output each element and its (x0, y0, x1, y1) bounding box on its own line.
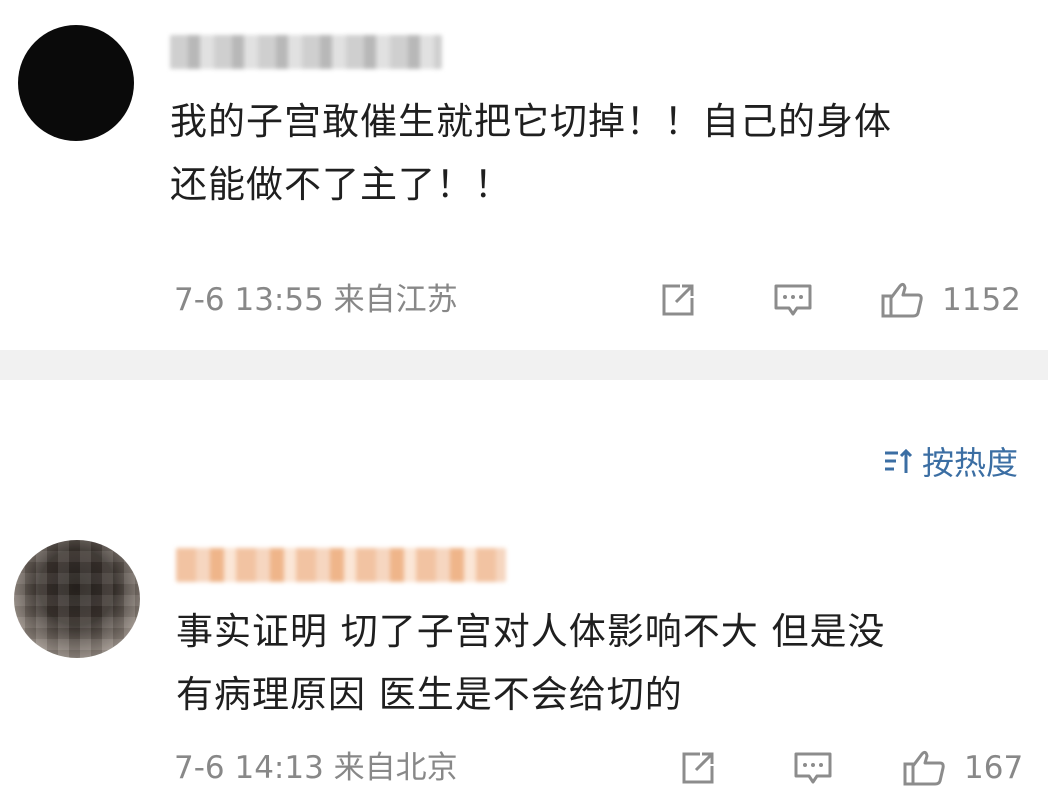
section-divider (0, 350, 1048, 380)
comment-text: 我的子宫敢催生就把它切掉！！自己的身体 还能做不了主了！！ (170, 90, 892, 216)
like-button[interactable]: 167 (902, 748, 1023, 788)
comment-text-line: 有病理原因 医生是不会给切的 (176, 673, 683, 716)
like-count: 1152 (942, 282, 1021, 318)
comment-icon (774, 284, 812, 316)
comment-item: 我的子宫敢催生就把它切掉！！自己的身体 还能做不了主了！！ 7-6 13:55 … (0, 0, 1048, 350)
comment-footer: 7-6 13:55 来自江苏 1152 (174, 280, 1034, 320)
username-blurred[interactable] (176, 548, 506, 582)
like-button[interactable]: 1152 (880, 280, 1021, 320)
comment-text-line: 还能做不了主了！！ (170, 163, 512, 206)
avatar[interactable] (18, 25, 134, 141)
sort-label: 按热度 (921, 444, 1018, 482)
share-icon (682, 752, 714, 784)
comment-screen: 我的子宫敢催生就把它切掉！！自己的身体 还能做不了主了！！ 7-6 13:55 … (0, 0, 1048, 789)
share-icon (662, 284, 694, 316)
comment-text-line: 我的子宫敢催生就把它切掉！！自己的身体 (170, 100, 892, 143)
share-button[interactable] (678, 748, 718, 788)
avatar[interactable] (14, 540, 140, 658)
comment-text: 事实证明 切了子宫对人体影响不大 但是没 有病理原因 医生是不会给切的 (176, 600, 886, 726)
sort-icon (884, 448, 913, 473)
comment-icon (794, 752, 832, 784)
thumbs-up-icon (903, 750, 945, 786)
sort-toggle[interactable]: 按热度 (882, 438, 1018, 484)
comment-button[interactable] (792, 748, 834, 788)
share-button[interactable] (658, 280, 698, 320)
comment-meta: 7-6 14:13 来自北京 (174, 750, 458, 786)
comment-footer: 7-6 14:13 来自北京 167 (174, 748, 1034, 788)
avatar-mosaic (14, 540, 140, 658)
like-count: 167 (964, 750, 1024, 786)
thumbs-up-icon (881, 282, 923, 318)
comment-text-line: 事实证明 切了子宫对人体影响不大 但是没 (176, 610, 886, 653)
username-blurred[interactable] (170, 35, 442, 69)
comment-button[interactable] (772, 280, 814, 320)
comment-meta: 7-6 13:55 来自江苏 (174, 282, 458, 318)
